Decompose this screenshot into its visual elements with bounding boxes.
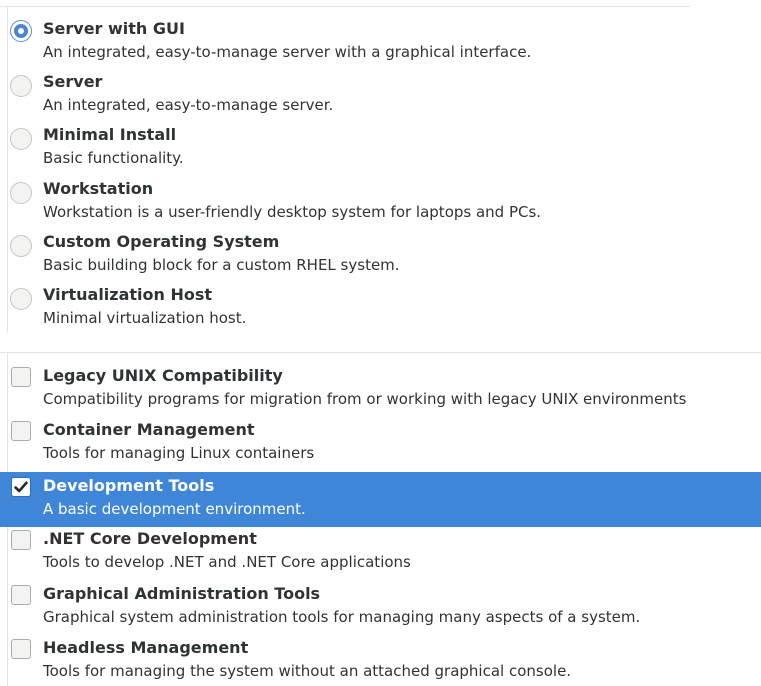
environment-description: An integrated, easy-to-manage server. xyxy=(43,96,334,114)
addon-description: Tools for managing Linux containers xyxy=(43,444,315,462)
additional-software-list: Legacy UNIX Compatibility Compatibility … xyxy=(0,352,761,686)
environment-option-minimal-install[interactable]: Minimal Install Basic functionality. xyxy=(0,122,690,174)
radio-unselected-icon[interactable] xyxy=(10,235,32,257)
checkbox-unchecked-icon[interactable] xyxy=(11,639,31,659)
addon-title: Graphical Administration Tools xyxy=(43,584,321,603)
radio-unselected-icon[interactable] xyxy=(10,182,32,204)
divider xyxy=(0,6,690,7)
environment-description: Workstation is a user-friendly desktop s… xyxy=(43,203,542,221)
addon-title: .NET Core Development xyxy=(43,529,257,548)
environment-title: Virtualization Host xyxy=(43,285,213,304)
environment-description: Basic building block for a custom RHEL s… xyxy=(43,256,400,274)
environment-description: Basic functionality. xyxy=(43,149,184,167)
addon-description: Compatibility programs for migration fro… xyxy=(43,390,687,408)
addon-option-graphical-administration-tools[interactable]: Graphical Administration Tools Graphical… xyxy=(0,581,761,636)
environment-description: Minimal virtualization host. xyxy=(43,309,247,327)
addon-title: Headless Management xyxy=(43,638,249,657)
addon-title: Legacy UNIX Compatibility xyxy=(43,366,283,385)
addon-option-headless-management[interactable]: Headless Management Tools for managing t… xyxy=(0,635,761,686)
radio-unselected-icon[interactable] xyxy=(10,288,32,310)
environment-option-workstation[interactable]: Workstation Workstation is a user-friend… xyxy=(0,176,690,228)
base-environment-list: Server with GUI An integrated, easy-to-m… xyxy=(0,0,690,333)
environment-title: Server with GUI xyxy=(43,19,185,38)
checkbox-checked-icon[interactable] xyxy=(11,477,31,497)
environment-option-custom-operating-system[interactable]: Custom Operating System Basic building b… xyxy=(0,229,690,281)
addon-description: Tools for managing the system without an… xyxy=(43,662,572,680)
radio-unselected-icon[interactable] xyxy=(10,128,32,150)
radio-unselected-icon[interactable] xyxy=(10,75,32,97)
environment-option-server[interactable]: Server An integrated, easy-to-manage ser… xyxy=(0,69,690,121)
checkbox-unchecked-icon[interactable] xyxy=(11,367,31,387)
environment-title: Server xyxy=(43,72,103,91)
radio-selected-icon[interactable] xyxy=(10,20,32,42)
checkbox-unchecked-icon[interactable] xyxy=(11,530,31,550)
addon-description: Graphical system administration tools fo… xyxy=(43,608,641,626)
environment-title: Minimal Install xyxy=(43,125,177,144)
checkbox-unchecked-icon[interactable] xyxy=(11,421,31,441)
environment-option-server-with-gui[interactable]: Server with GUI An integrated, easy-to-m… xyxy=(0,16,690,68)
addon-option-net-core-development[interactable]: .NET Core Development Tools to develop .… xyxy=(0,526,761,581)
environment-title: Custom Operating System xyxy=(43,232,280,251)
checkmark-icon xyxy=(14,481,28,493)
software-selection: Server with GUI An integrated, easy-to-m… xyxy=(0,0,761,686)
addon-option-container-management[interactable]: Container Management Tools for managing … xyxy=(0,417,761,472)
environment-option-virtualization-host[interactable]: Virtualization Host Minimal virtualizati… xyxy=(0,282,690,334)
checkbox-unchecked-icon[interactable] xyxy=(11,585,31,605)
addon-option-legacy-unix-compatibility[interactable]: Legacy UNIX Compatibility Compatibility … xyxy=(0,363,761,418)
addon-description: A basic development environment. xyxy=(43,500,306,518)
divider xyxy=(0,352,761,353)
environment-description: An integrated, easy-to-manage server wit… xyxy=(43,43,532,61)
addon-title: Container Management xyxy=(43,420,255,439)
environment-title: Workstation xyxy=(43,179,154,198)
addon-option-development-tools[interactable]: Development Tools A basic development en… xyxy=(0,472,761,527)
addon-description: Tools to develop .NET and .NET Core appl… xyxy=(43,553,411,571)
addon-title: Development Tools xyxy=(43,476,215,495)
